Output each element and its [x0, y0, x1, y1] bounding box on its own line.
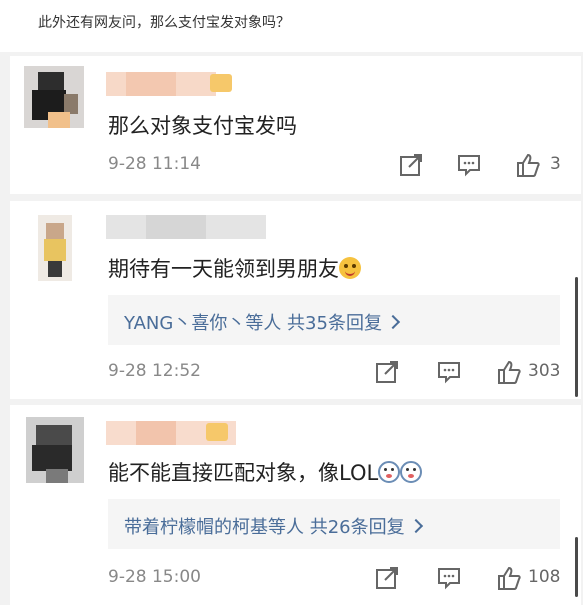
- comment-icon[interactable]: [436, 359, 462, 385]
- chevron-right-icon: [408, 518, 423, 534]
- like-count: 303: [528, 361, 561, 381]
- comment-text: 能不能直接匹配对象，像LOL: [108, 457, 423, 487]
- username-blurred[interactable]: [106, 215, 266, 239]
- chevron-right-icon: [385, 314, 401, 330]
- like-count: 3: [550, 154, 561, 174]
- comment-text-body: 期待有一天能领到男朋友: [108, 257, 339, 281]
- doge-emoji-icon: [400, 461, 423, 483]
- reply-summary-link[interactable]: 带着柠檬帽的柯基等人 共26条回复: [124, 513, 423, 539]
- doge-emoji-icon: [378, 461, 401, 483]
- avatar[interactable]: [26, 417, 84, 483]
- comment-card: 那么对象支付宝发吗 9-28 11:14 3: [10, 56, 581, 194]
- username-blurred[interactable]: [106, 72, 216, 96]
- avatar[interactable]: [38, 215, 72, 281]
- reply-summary-link[interactable]: YANG丶喜你丶等人 共35条回复: [124, 309, 401, 335]
- like-count: 108: [528, 567, 561, 587]
- repost-icon[interactable]: [374, 359, 400, 385]
- comment-timestamp: 9-28 15:00: [108, 567, 201, 587]
- comment-timestamp: 9-28 11:14: [108, 154, 201, 174]
- repost-icon[interactable]: [374, 565, 400, 591]
- thumbs-up-icon[interactable]: [496, 565, 522, 591]
- scrollbar[interactable]: [575, 537, 578, 597]
- comment-text-body: 能不能直接匹配对象，像LOL: [108, 461, 379, 485]
- repost-icon[interactable]: [398, 152, 424, 178]
- reply-summary-text: YANG丶喜你丶等人 共35条回复: [124, 313, 382, 334]
- user-badge-icon: [210, 74, 232, 92]
- comment-card: 能不能直接匹配对象，像LOL 带着柠檬帽的柯基等人 共26条回复 9-28 15…: [10, 405, 581, 605]
- avatar[interactable]: [24, 66, 84, 128]
- thumbs-up-icon[interactable]: [496, 359, 522, 385]
- article-note: 此外还有网友问，那么支付宝发对象吗？: [0, 0, 583, 52]
- reply-summary-text: 带着柠檬帽的柯基等人 共26条回复: [124, 517, 405, 538]
- scrollbar[interactable]: [575, 277, 578, 397]
- comment-card: 期待有一天能领到男朋友 YANG丶喜你丶等人 共35条回复 9-28 12:52…: [10, 201, 581, 399]
- comment-timestamp: 9-28 12:52: [108, 361, 201, 381]
- comment-icon[interactable]: [436, 565, 462, 591]
- smile-tongue-emoji-icon: [339, 257, 361, 279]
- thumbs-up-icon[interactable]: [515, 152, 541, 178]
- article-note-text: 此外还有网友问，那么支付宝发对象吗？: [38, 15, 290, 31]
- reply-summary-box[interactable]: 带着柠檬帽的柯基等人 共26条回复: [108, 499, 560, 549]
- user-badge-icon: [206, 423, 228, 441]
- comment-text: 期待有一天能领到男朋友: [108, 253, 361, 283]
- reply-summary-box[interactable]: YANG丶喜你丶等人 共35条回复: [108, 295, 560, 345]
- comment-icon[interactable]: [456, 152, 482, 178]
- comment-text: 那么对象支付宝发吗: [108, 114, 297, 138]
